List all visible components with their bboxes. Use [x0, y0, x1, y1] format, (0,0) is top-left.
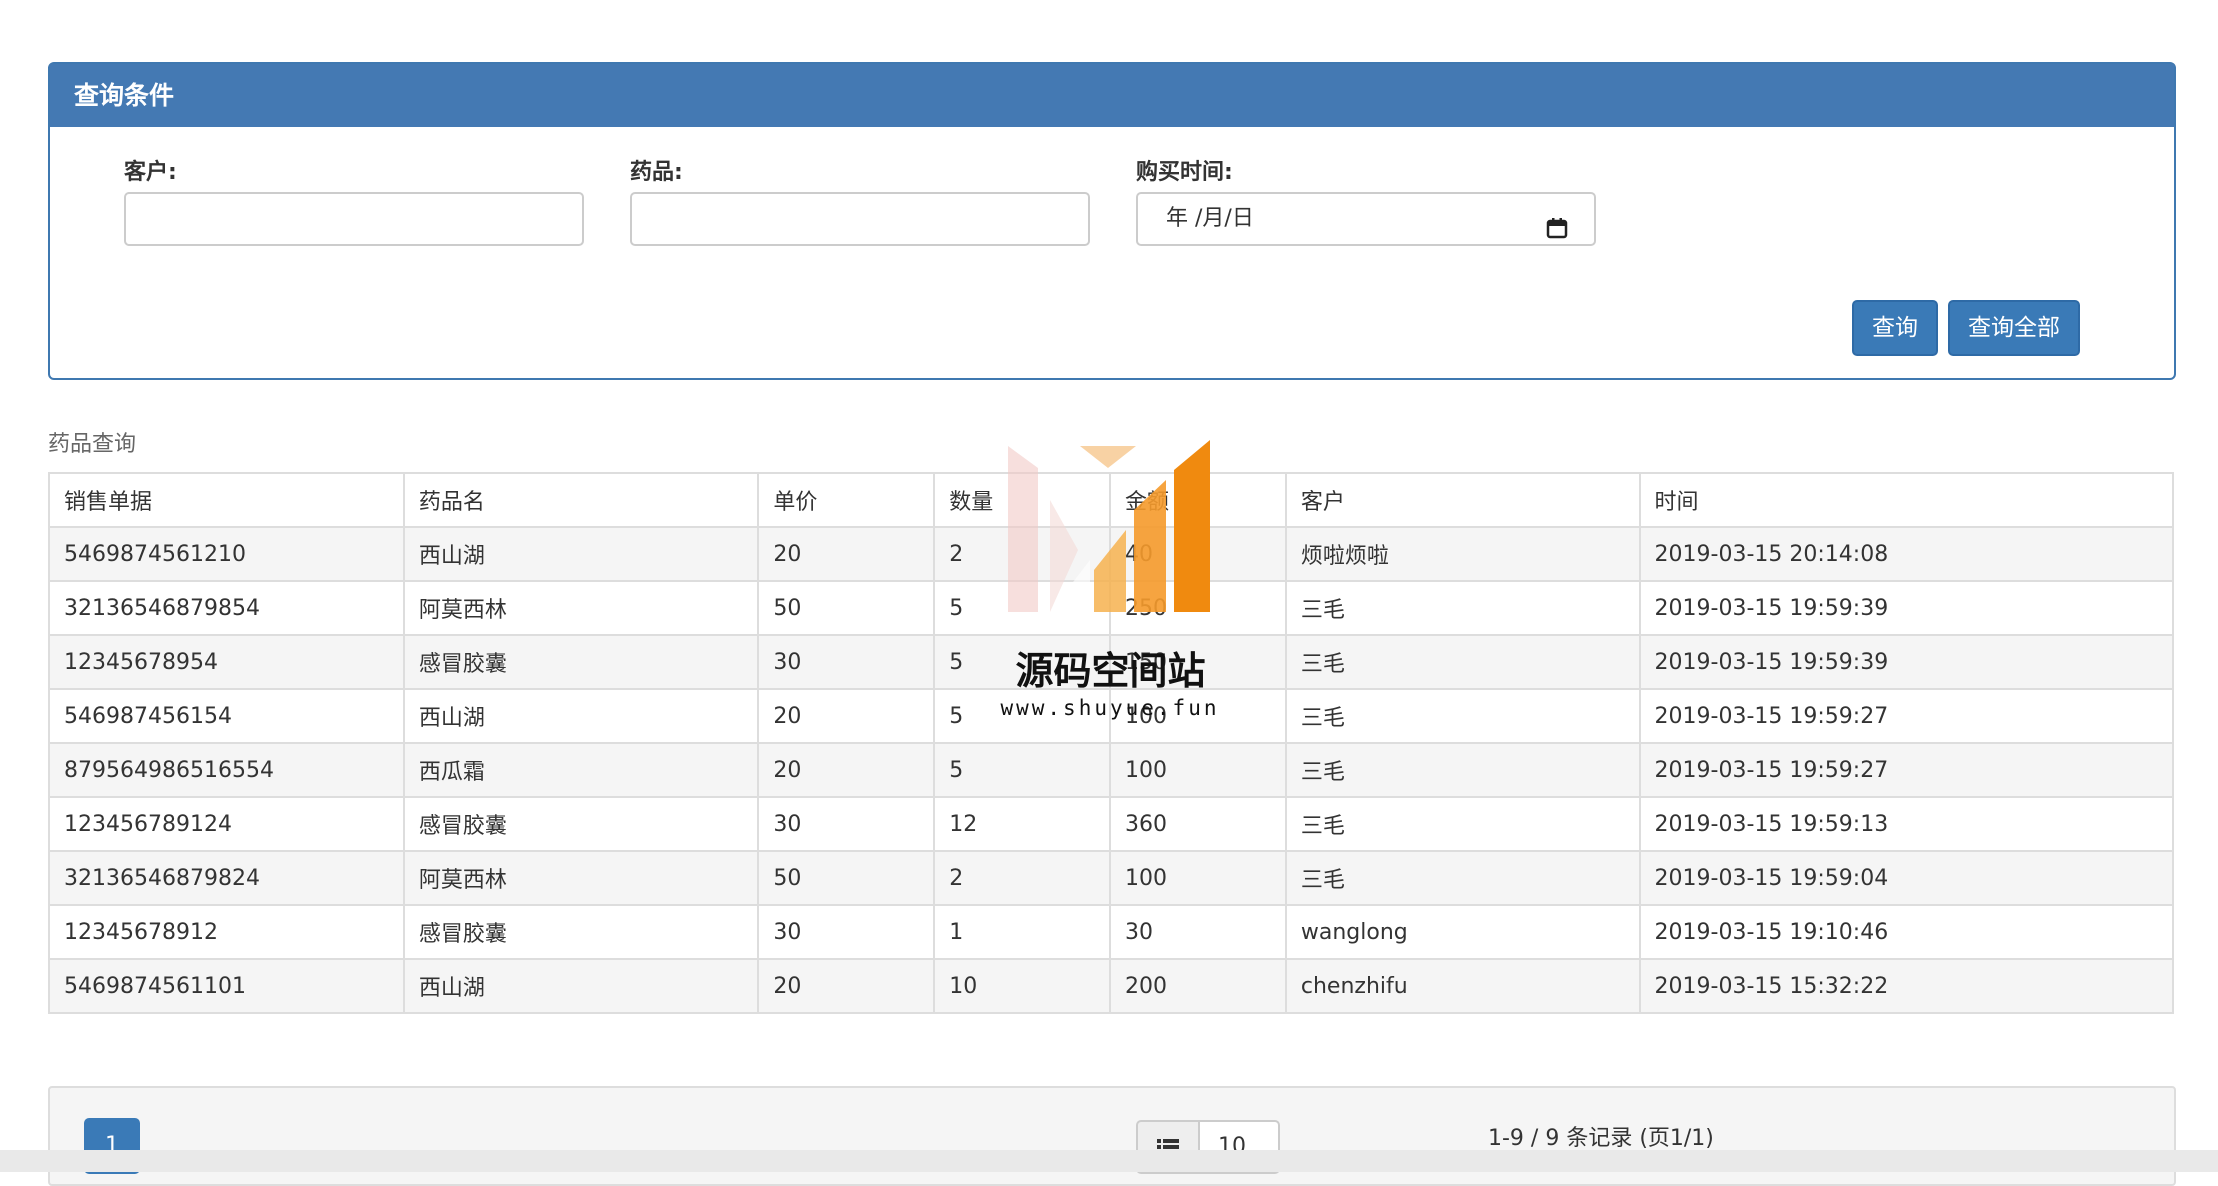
cell-drug-name: 西山湖	[402, 688, 760, 744]
cell-unit-price: 20	[757, 526, 936, 582]
table-row[interactable]: 5469874561101 西山湖 20 10 200 chenzhifu 20…	[48, 958, 2175, 1014]
purchase-date-input[interactable]: 年 /月/日	[1136, 192, 1596, 246]
cell-time: 2019-03-15 19:59:04	[1638, 850, 2175, 906]
query-button[interactable]: 查询	[1852, 300, 1938, 356]
cell-customer: 三毛	[1284, 742, 1641, 798]
cell-receipt: 12345678954	[48, 634, 405, 690]
cell-time: 2019-03-15 19:59:27	[1638, 742, 2175, 798]
drug-input[interactable]	[630, 192, 1090, 246]
cell-amount: 200	[1109, 958, 1287, 1014]
cell-unit-price: 30	[757, 634, 936, 690]
cell-receipt: 32136546879824	[48, 850, 405, 906]
cell-customer: 三毛	[1284, 634, 1641, 690]
cell-quantity: 2	[933, 526, 1112, 582]
cell-drug-name: 西山湖	[402, 958, 760, 1014]
cell-unit-price: 20	[757, 958, 936, 1014]
cell-amount: 30	[1109, 904, 1287, 960]
panel-title: 查询条件	[50, 64, 2174, 127]
cell-quantity: 12	[933, 796, 1112, 852]
cell-time: 2019-03-15 19:59:39	[1638, 580, 2175, 636]
table-row[interactable]: 12345678912 感冒胶囊 30 1 30 wanglong 2019-0…	[48, 904, 2175, 960]
header-drug-name[interactable]: 药品名	[402, 472, 760, 528]
header-customer[interactable]: 客户	[1284, 472, 1641, 528]
cell-receipt: 5469874561210	[48, 526, 405, 582]
table-row[interactable]: 5469874561210 西山湖 20 2 40 烦啦烦啦 2019-03-1…	[48, 526, 2175, 582]
cell-quantity: 5	[933, 742, 1112, 798]
cell-unit-price: 30	[757, 904, 936, 960]
cell-unit-price: 20	[757, 688, 936, 744]
cell-amount: 250	[1109, 580, 1287, 636]
query-panel: 查询条件 客户: 药品: 购买时间: 年 /月/日 查询 查询全部	[48, 62, 2176, 380]
cell-receipt: 32136546879854	[48, 580, 405, 636]
table-row[interactable]: 32136546879824 阿莫西林 50 2 100 三毛 2019-03-…	[48, 850, 2175, 906]
header-amount[interactable]: 金额	[1109, 472, 1287, 528]
customer-input[interactable]	[124, 192, 584, 246]
cell-amount: 100	[1109, 742, 1287, 798]
table-row[interactable]: 32136546879854 阿莫西林 50 5 250 三毛 2019-03-…	[48, 580, 2175, 636]
header-quantity[interactable]: 数量	[933, 472, 1112, 528]
sales-table: 销售单据 药品名 单价 数量 金额 客户 时间 5469874561210 西山…	[48, 472, 2175, 1014]
table-row[interactable]: 123456789124 感冒胶囊 30 12 360 三毛 2019-03-1…	[48, 796, 2175, 852]
drug-label: 药品:	[630, 160, 683, 185]
table-header-row: 销售单据 药品名 单价 数量 金额 客户 时间	[48, 472, 2175, 528]
customer-label: 客户:	[124, 160, 177, 185]
purchase-time-label: 购买时间:	[1136, 160, 1233, 185]
cell-drug-name: 感冒胶囊	[402, 634, 760, 690]
cell-amount: 40	[1109, 526, 1287, 582]
cell-customer: chenzhifu	[1284, 958, 1641, 1014]
header-receipt[interactable]: 销售单据	[48, 472, 405, 528]
cell-amount: 360	[1109, 796, 1287, 852]
section-title: 药品查询	[48, 432, 137, 457]
cell-customer: 三毛	[1284, 688, 1641, 744]
cell-receipt: 123456789124	[48, 796, 405, 852]
cell-time: 2019-03-15 19:59:39	[1638, 634, 2175, 690]
cell-unit-price: 50	[757, 580, 936, 636]
cell-customer: wanglong	[1284, 904, 1641, 960]
cell-drug-name: 阿莫西林	[402, 850, 760, 906]
cell-receipt: 12345678912	[48, 904, 405, 960]
cell-time: 2019-03-15 19:10:46	[1638, 904, 2175, 960]
header-unit-price[interactable]: 单价	[757, 472, 936, 528]
cell-customer: 三毛	[1284, 580, 1641, 636]
header-time[interactable]: 时间	[1638, 472, 2175, 528]
cell-receipt: 546987456154	[48, 688, 405, 744]
cell-unit-price: 30	[757, 796, 936, 852]
cell-receipt: 879564986516554	[48, 742, 405, 798]
watermark-text: 源码空间站	[1015, 649, 1206, 693]
cell-customer: 三毛	[1284, 850, 1641, 906]
query-all-button[interactable]: 查询全部	[1948, 300, 2080, 356]
calendar-icon[interactable]	[1546, 208, 1568, 239]
page-info: 1-9 / 9 条记录 (页1/1)	[1488, 1126, 1714, 1151]
cell-time: 2019-03-15 19:59:13	[1638, 796, 2175, 852]
cell-time: 2019-03-15 20:14:08	[1638, 526, 2175, 582]
date-placeholder: 年 /月/日	[1166, 206, 1254, 231]
cell-quantity: 1	[933, 904, 1112, 960]
cell-quantity: 2	[933, 850, 1112, 906]
watermark-url: www.shuyue.fun	[1000, 696, 1220, 720]
cell-quantity: 10	[933, 958, 1112, 1014]
cell-customer: 烦啦烦啦	[1284, 526, 1641, 582]
cell-drug-name: 西瓜霜	[402, 742, 760, 798]
cell-receipt: 5469874561101	[48, 958, 405, 1014]
cell-unit-price: 50	[757, 850, 936, 906]
cell-customer: 三毛	[1284, 796, 1641, 852]
window-bottom-bar	[0, 1150, 2218, 1172]
cell-drug-name: 感冒胶囊	[402, 796, 760, 852]
cell-drug-name: 西山湖	[402, 526, 760, 582]
cell-quantity: 5	[933, 580, 1112, 636]
cell-drug-name: 阿莫西林	[402, 580, 760, 636]
table-row[interactable]: 879564986516554 西瓜霜 20 5 100 三毛 2019-03-…	[48, 742, 2175, 798]
cell-time: 2019-03-15 19:59:27	[1638, 688, 2175, 744]
cell-time: 2019-03-15 15:32:22	[1638, 958, 2175, 1014]
cell-drug-name: 感冒胶囊	[402, 904, 760, 960]
cell-unit-price: 20	[757, 742, 936, 798]
cell-amount: 100	[1109, 850, 1287, 906]
